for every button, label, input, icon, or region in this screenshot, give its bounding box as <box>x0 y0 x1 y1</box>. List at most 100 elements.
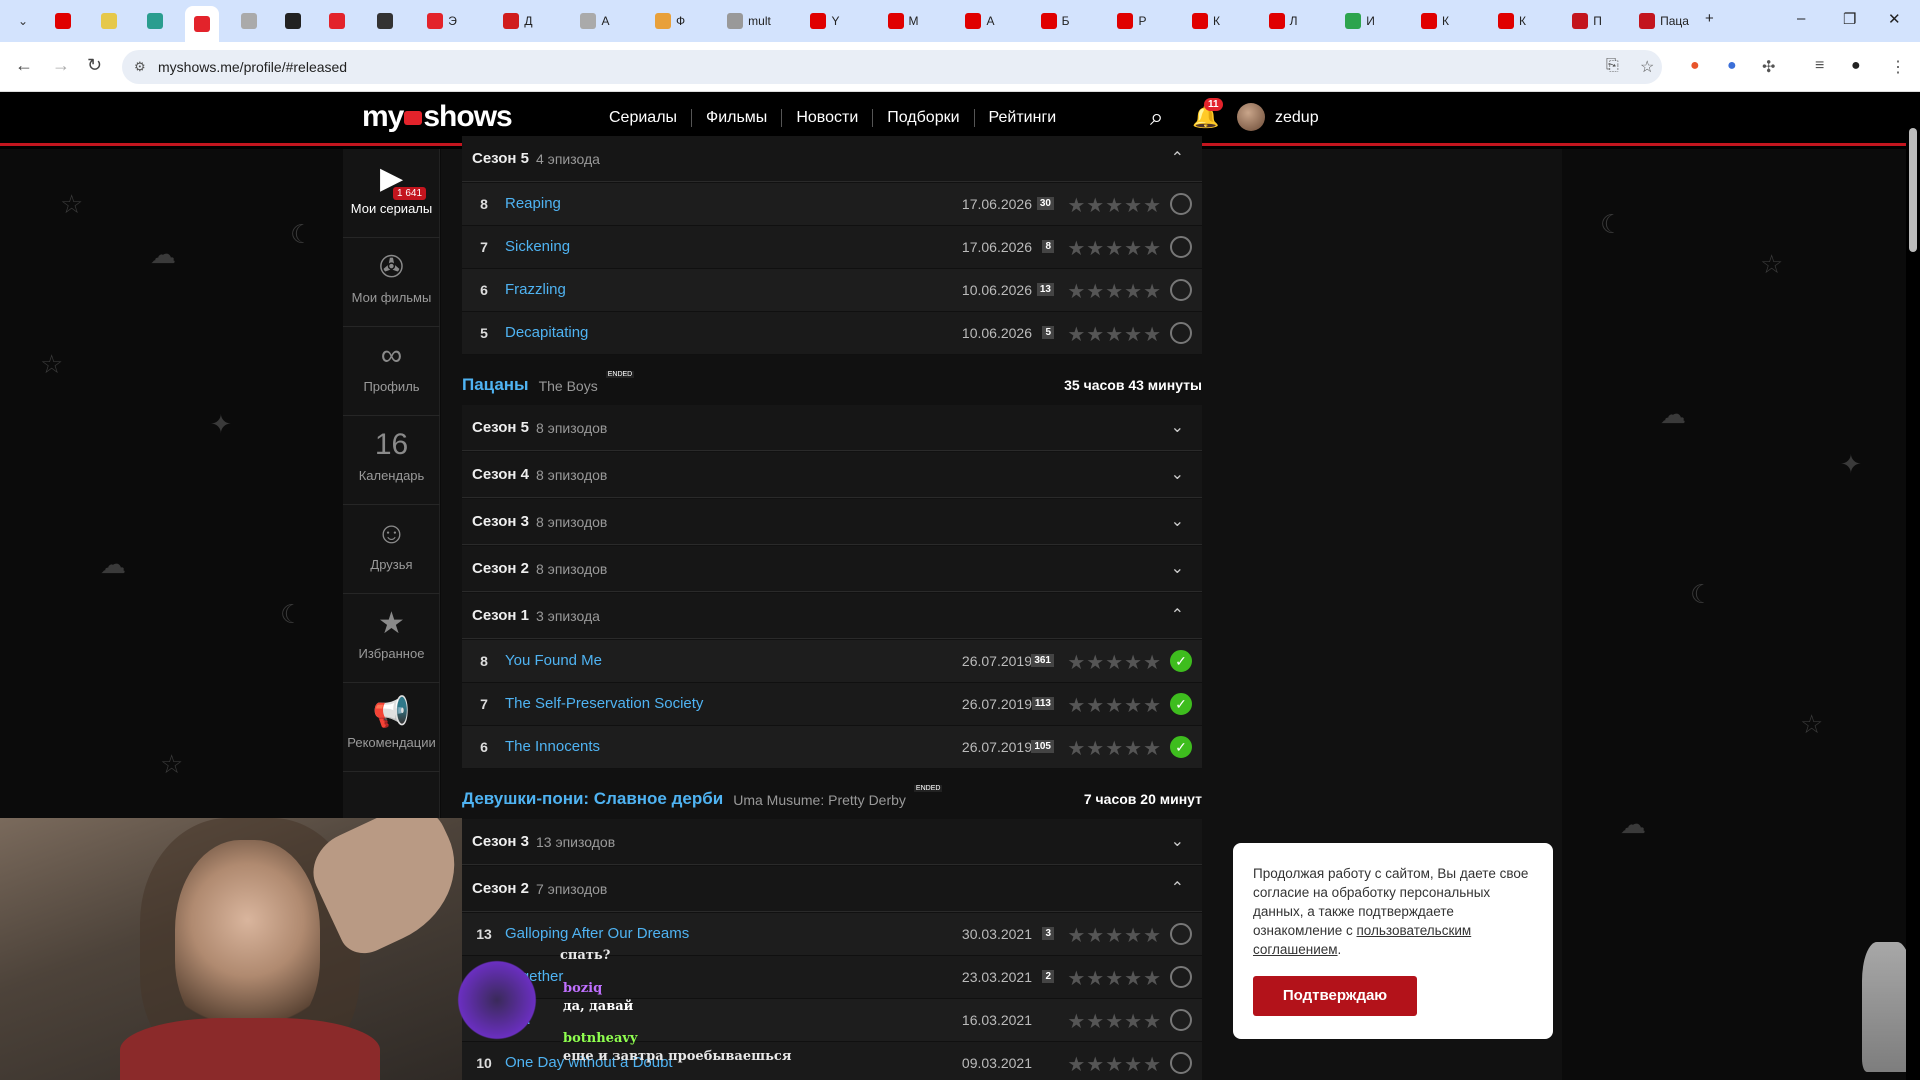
watched-check-icon[interactable]: ✓ <box>1170 693 1192 715</box>
rating-stars[interactable]: ★★★★★ <box>1067 322 1162 347</box>
browser-tab[interactable]: А <box>565 7 625 35</box>
sidebar-item[interactable]: ✇ Мои фильмы <box>343 238 440 327</box>
page-scrollbar[interactable] <box>1906 92 1920 1080</box>
browser-tab[interactable] <box>138 7 172 35</box>
season-header[interactable]: Сезон 3 13 эпизодов ⌄ <box>462 819 1202 865</box>
rating-stars[interactable]: ★★★★★ <box>1067 693 1162 718</box>
chevron-up-icon[interactable]: ⌃ <box>1171 878 1184 898</box>
mark-watched-button[interactable] <box>1170 236 1192 258</box>
sidebar-item[interactable]: 📢 Рекомендации <box>343 683 440 772</box>
rating-stars[interactable]: ★★★★★ <box>1067 736 1162 761</box>
rating-stars[interactable]: ★★★★★ <box>1067 1052 1162 1077</box>
profile-avatar-icon[interactable]: ● <box>1851 57 1861 75</box>
episode-title-link[interactable]: The Innocents <box>505 738 600 755</box>
browser-tab[interactable] <box>185 6 219 42</box>
comment-count-badge[interactable]: 2 <box>1042 970 1054 983</box>
comment-count-badge[interactable]: 3 <box>1042 927 1054 940</box>
episode-title-link[interactable]: Sickening <box>505 238 570 255</box>
browser-tab[interactable]: А <box>950 7 1010 35</box>
watched-check-icon[interactable]: ✓ <box>1170 736 1192 758</box>
episode-title-link[interactable]: The Self-Preservation Society <box>505 695 703 712</box>
mark-watched-button[interactable] <box>1170 322 1192 344</box>
show-title-link[interactable]: Пацаны <box>462 375 529 395</box>
show-title-link[interactable]: Девушки-пони: Славное дерби <box>462 789 723 809</box>
browser-tab[interactable]: mult <box>715 7 783 35</box>
episode-title-link[interactable]: You Found Me <box>505 652 602 669</box>
chevron-down-icon[interactable]: ⌄ <box>1171 558 1184 578</box>
chevron-down-icon[interactable]: ⌄ <box>1171 831 1184 851</box>
rating-stars[interactable]: ★★★★★ <box>1067 236 1162 261</box>
browser-tab[interactable]: П <box>1557 7 1617 35</box>
username[interactable]: zedup <box>1275 109 1319 127</box>
chevron-down-icon[interactable]: ⌄ <box>1171 511 1184 531</box>
browser-tab[interactable]: Д <box>488 7 548 35</box>
back-icon[interactable]: ← <box>15 55 33 76</box>
comment-count-badge[interactable]: 30 <box>1036 197 1054 210</box>
browser-tab[interactable] <box>92 7 126 35</box>
browser-tab[interactable]: Паца <box>1630 7 1698 35</box>
site-logo[interactable]: my shows <box>362 100 513 134</box>
reload-icon[interactable]: ↻ <box>87 55 102 76</box>
tab-search-menu[interactable]: ⌄ <box>6 7 40 35</box>
browser-tab[interactable] <box>276 7 310 35</box>
rating-stars[interactable]: ★★★★★ <box>1067 650 1162 675</box>
browser-tab[interactable]: Р <box>1102 7 1162 35</box>
browser-tab[interactable] <box>320 7 354 35</box>
close-window-button[interactable]: ✕ <box>1888 10 1901 28</box>
browser-tab[interactable]: И <box>1330 7 1390 35</box>
episode-title-link[interactable]: Frazzling <box>505 281 566 298</box>
fire-extension-icon[interactable]: ● <box>1690 57 1700 75</box>
extensions-puzzle-icon[interactable]: ✣ <box>1762 57 1775 77</box>
chevron-down-icon[interactable]: ⌄ <box>1171 417 1184 437</box>
sidebar-item[interactable]: ☺ Друзья <box>343 505 440 594</box>
mark-watched-button[interactable] <box>1170 193 1192 215</box>
mark-watched-button[interactable] <box>1170 1052 1192 1074</box>
info-extension-icon[interactable]: ● <box>1727 57 1737 75</box>
restore-button[interactable]: ❐ <box>1843 10 1856 28</box>
browser-tab[interactable]: Y <box>795 7 855 35</box>
comment-count-badge[interactable]: 5 <box>1042 326 1054 339</box>
new-tab-button[interactable]: + <box>1705 10 1714 27</box>
nav-series[interactable]: Сериалы <box>609 109 691 127</box>
sidebar-item[interactable]: 16 Календарь <box>343 416 440 505</box>
comment-count-badge[interactable]: 105 <box>1031 740 1054 753</box>
comment-count-badge[interactable]: 113 <box>1031 697 1054 710</box>
season-header[interactable]: Сезон 2 7 эпизодов ⌃ <box>462 866 1202 912</box>
site-info-icon[interactable]: ⚙ <box>134 59 150 75</box>
nav-news[interactable]: Новости <box>781 109 872 127</box>
mark-watched-button[interactable] <box>1170 966 1192 988</box>
browser-tab[interactable]: К <box>1405 7 1465 35</box>
forward-icon[interactable]: → <box>52 55 70 76</box>
chevron-down-icon[interactable]: ⌄ <box>1171 464 1184 484</box>
minimize-button[interactable]: – <box>1797 10 1805 27</box>
browser-tab[interactable]: Ф <box>640 7 700 35</box>
season-header[interactable]: Сезон 3 8 эпизодов ⌄ <box>462 499 1202 545</box>
browser-tab[interactable]: Э <box>412 7 472 35</box>
browser-tab[interactable] <box>368 7 402 35</box>
rating-stars[interactable]: ★★★★★ <box>1067 279 1162 304</box>
chevron-up-icon[interactable]: ⌃ <box>1171 148 1184 168</box>
avatar[interactable] <box>1237 103 1265 131</box>
browser-menu-icon[interactable]: ⋮ <box>1890 57 1906 77</box>
bookmark-star-icon[interactable]: ☆ <box>1640 57 1654 77</box>
media-control-icon[interactable]: ≡ <box>1815 57 1824 75</box>
cookie-confirm-button[interactable]: Подтверждаю <box>1253 976 1417 1016</box>
episode-title-link[interactable]: Decapitating <box>505 324 588 341</box>
browser-tab[interactable]: К <box>1482 7 1542 35</box>
nav-ratings[interactable]: Рейтинги <box>973 109 1071 127</box>
season-header[interactable]: Сезон 5 4 эпизода ⌃ <box>462 136 1202 182</box>
sidebar-item[interactable]: ∞ Профиль <box>343 327 440 416</box>
episode-title-link[interactable]: Reaping <box>505 195 561 212</box>
comment-count-badge[interactable]: 8 <box>1042 240 1054 253</box>
comment-count-badge[interactable]: 361 <box>1031 654 1054 667</box>
mark-watched-button[interactable] <box>1170 279 1192 301</box>
browser-tab[interactable] <box>232 7 266 35</box>
browser-tab[interactable]: Б <box>1025 7 1085 35</box>
search-icon[interactable]: ⌕ <box>1150 104 1163 132</box>
mark-watched-button[interactable] <box>1170 1009 1192 1031</box>
season-header[interactable]: Сезон 1 3 эпизода ⌃ <box>462 593 1202 639</box>
sidebar-item[interactable]: ▶ 1 641 Мои сериалы <box>343 149 440 238</box>
mark-watched-button[interactable] <box>1170 923 1192 945</box>
season-header[interactable]: Сезон 4 8 эпизодов ⌄ <box>462 452 1202 498</box>
browser-tab[interactable] <box>46 7 80 35</box>
